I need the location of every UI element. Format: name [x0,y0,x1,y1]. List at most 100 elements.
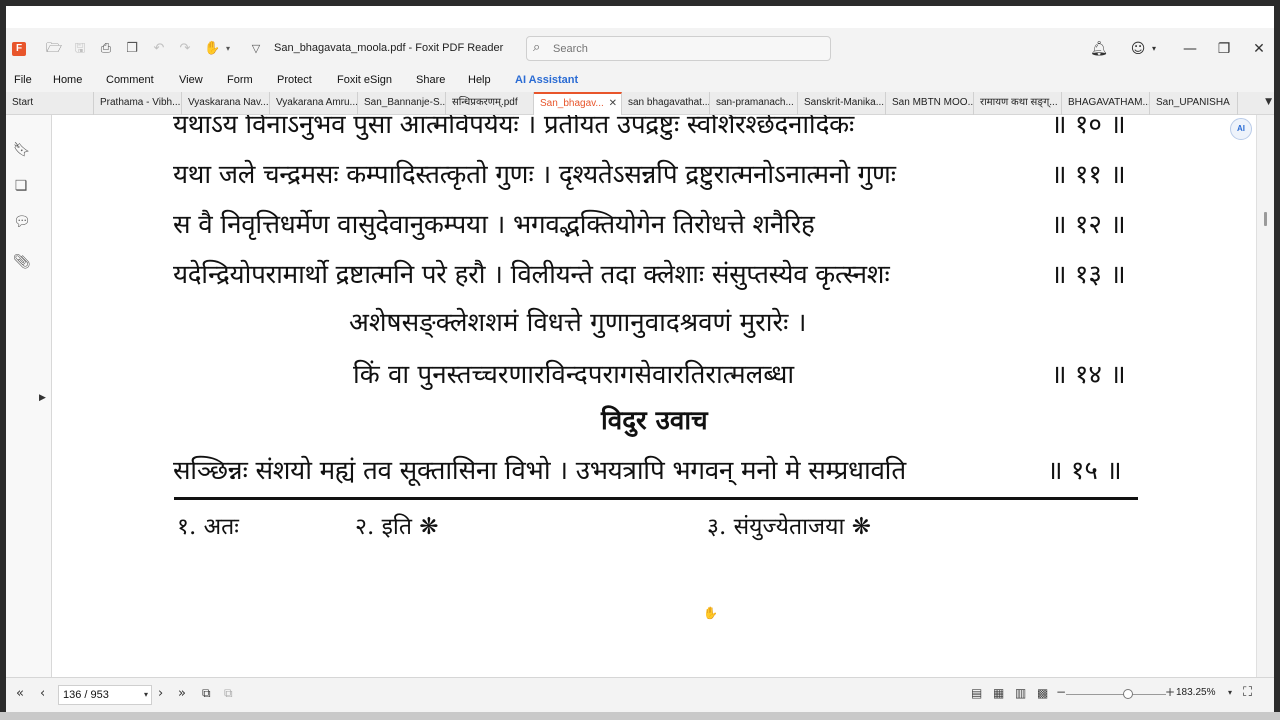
page-dropdown-icon[interactable]: ▾ [144,686,148,704]
menu-ai-assistant[interactable]: AI Assistant [515,74,578,86]
chevron-down-icon[interactable]: ▾ [220,41,236,57]
tab-active-document[interactable]: San_bhagav... ✕ [534,92,622,115]
title-bar: F 🗁 🖫 ⎙ ❐ ↶ ↷ ✋ ▾ ▽ San_bhagavata_moola.… [6,28,1274,70]
zoom-dropdown-icon[interactable]: ▾ [1228,688,1232,697]
next-view-icon[interactable]: ⧉ [224,686,233,701]
first-page-icon[interactable]: « [16,686,24,701]
scrollbar-thumb[interactable] [1264,212,1267,226]
zoom-slider[interactable] [1066,694,1166,695]
comments-icon[interactable]: 💬︎ [13,213,31,231]
verse-line: स वै निवृत्तिधर्मेण वासुदेवानुकम्पया । भ… [173,210,815,240]
menu-form[interactable]: Form [227,74,253,86]
tab-document[interactable]: san-pramanach... [710,92,798,115]
zoom-in-icon[interactable]: + [1165,685,1175,699]
minimize-icon[interactable]: — [1180,39,1200,59]
verse-number: ॥ १० ॥ [1051,115,1126,140]
redo-icon[interactable]: ↷ [177,41,193,57]
continuous-view-icon[interactable]: ▦ [993,686,1004,700]
search-icon: ⌕ [533,40,541,55]
continuous-facing-view-icon[interactable]: ▩ [1037,686,1048,700]
tab-document[interactable]: Vyakarana Amru... [270,92,358,115]
save-icon[interactable]: 🖫 [72,41,88,57]
close-icon[interactable]: ✕ [1249,39,1269,59]
previous-view-icon[interactable]: ⧉ [202,686,211,701]
last-page-icon[interactable]: » [178,686,186,701]
desktop-background [0,712,1280,720]
search-input[interactable] [553,40,823,58]
facing-view-icon[interactable]: ▥ [1015,686,1026,700]
tab-document[interactable]: San_UPANISHA [1150,92,1238,115]
tab-document[interactable]: Sanskrit-Manika... [798,92,886,115]
navigation-panel: 🔖︎ ❏ 💬︎ 📎︎ ▶ [6,115,52,677]
expand-panel-arrow-icon[interactable]: ▶ [39,393,46,403]
footnote: ३. संयुज्येताजया ❋ [707,514,871,540]
verse-number: ॥ ११ ॥ [1051,160,1126,190]
tab-label: San_bhagav... [540,98,604,109]
tab-close-icon[interactable]: ✕ [609,94,617,113]
pdf-page-view[interactable]: यथाऽयं विनाऽनुभव पुंसां आत्मविपर्ययः । प… [53,115,1256,677]
menu-comment[interactable]: Comment [106,74,154,86]
page-number-field[interactable]: 136 / 953 ▾ [58,685,152,705]
ai-assistant-icon[interactable]: AI [1230,118,1252,140]
page-indicator: 136 / 953 [63,689,109,701]
open-folder-icon[interactable]: 🗁 [46,41,62,57]
tab-start[interactable]: Start [6,92,94,115]
speaker-heading: विदुर उवाच [601,406,708,436]
menu-home[interactable]: Home [53,74,82,86]
pages-icon[interactable]: ❏ [13,177,29,195]
tab-document[interactable]: Vyaskarana Nav... [182,92,270,115]
menu-share[interactable]: Share [416,74,445,86]
restore-icon[interactable]: ❐ [1214,39,1234,59]
customize-dropdown-icon[interactable]: ▽ [248,41,264,57]
zoom-slider-thumb[interactable] [1123,689,1133,699]
bookmark-icon[interactable]: 🔖︎ [13,141,31,159]
footnote: १. अतः [177,514,239,540]
verse-number: ॥ १२ ॥ [1051,210,1126,240]
next-page-icon[interactable]: › [158,686,163,701]
foxit-logo-icon[interactable]: F [12,42,26,56]
fullscreen-icon[interactable]: ⛶ [1243,685,1252,700]
account-chevron-down-icon[interactable]: ▾ [1144,39,1164,59]
tab-scroll-down-icon[interactable]: ▼ [1265,97,1272,107]
tab-document[interactable]: San_Bannanje-S... [358,92,446,115]
verse-line: सञ्छिन्नः संशयो मह्यं तव सूक्तासिना विभो… [173,456,906,486]
hand-cursor-icon: ✋ [703,606,718,620]
menu-foxit-esign[interactable]: Foxit eSign [337,74,392,86]
vertical-scrollbar[interactable] [1256,115,1274,677]
window-title: San_bhagavata_moola.pdf - Foxit PDF Read… [274,42,504,54]
menu-protect[interactable]: Protect [277,74,312,86]
verse-line: अशेषसङ्क्लेशशमं विधत्ते गुणानुवादश्रवणं … [349,308,807,338]
hand-tool-icon[interactable]: ✋ [204,41,220,57]
tab-document[interactable]: san bhagavathat... [622,92,710,115]
zoom-out-icon[interactable]: − [1056,685,1066,699]
tab-document[interactable]: रामायण कथा सङ्ग्... [974,92,1062,115]
menu-bar: File Home Comment View Form Protect Foxi… [6,70,1274,92]
footnote: २. इति ❋ [355,514,439,540]
print-icon[interactable]: ⎙ [98,41,114,57]
verse-number: ॥ १३ ॥ [1051,260,1126,290]
menu-view[interactable]: View [179,74,203,86]
status-bar: « ‹ 136 / 953 ▾ › » ⧉ ⧉ ▤ ▦ ▥ ▩ − + 183.… [6,677,1274,712]
attachment-icon[interactable]: 📎︎ [13,253,31,271]
verse-line: किं वा पुनस्तच्चरणारविन्दपरागसेवारतिरात्… [353,360,795,390]
tab-document[interactable]: BHAGAVATHAM... [1062,92,1150,115]
verse-line: यथा जले चन्द्रमसः कम्पादिस्तत्कृतो गुणः … [173,160,896,190]
menu-file[interactable]: File [14,74,32,86]
document-tab-bar: Start Prathama - Vibh... Vyaskarana Nav.… [6,92,1274,115]
verse-line: यदेन्द्रियोपरामार्थो द्रष्टात्मनि परे हर… [173,260,890,290]
tab-document[interactable]: सन्धिप्रकरणम्.pdf [446,92,534,115]
scan-icon[interactable]: ❐ [124,41,140,57]
tab-document[interactable]: Prathama - Vibh... [94,92,182,115]
verse-number: ॥ १४ ॥ [1051,360,1126,390]
single-page-view-icon[interactable]: ▤ [971,686,982,700]
verse-line-partial: यथाऽयं विनाऽनुभव पुंसां आत्मविपर्ययः । प… [173,115,854,140]
footnote-rule [174,497,1138,500]
undo-icon[interactable]: ↶ [151,41,167,57]
menu-help[interactable]: Help [468,74,491,86]
bell-icon[interactable]: 🔔︎ [1089,39,1109,59]
zoom-level[interactable]: 183.25% [1176,687,1215,698]
tab-document[interactable]: San MBTN MOO... [886,92,974,115]
search-box[interactable]: ⌕ [526,36,831,61]
previous-page-icon[interactable]: ‹ [40,686,45,701]
verse-number: ॥ १५ ॥ [1047,456,1122,486]
